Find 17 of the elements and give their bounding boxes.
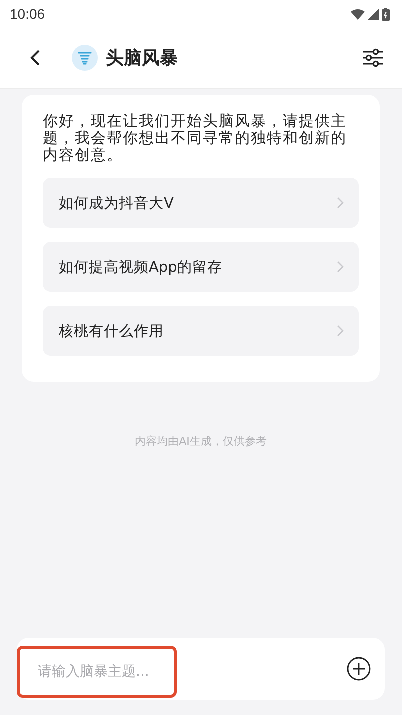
chevron-icon xyxy=(337,261,345,273)
tornado-icon xyxy=(72,45,98,71)
greeting-message: 你好，现在让我们开始头脑风暴，请提供主题，我会帮你想出不同寻常的独特和创新的内容创意。 xyxy=(43,113,348,164)
status-time: 10:06 xyxy=(10,6,46,22)
suggestion-item[interactable]: 如何提高视频App的留存 xyxy=(43,242,359,292)
disclaimer-text: 内容均由AI生成，仅供参考 xyxy=(134,434,268,449)
signal-icon xyxy=(368,8,379,20)
suggestion-item[interactable]: 核桃有什么作用 xyxy=(43,306,359,356)
battery-icon xyxy=(382,8,390,20)
wifi-icon xyxy=(351,8,365,20)
chevron-icon xyxy=(337,325,345,337)
topic-input-field[interactable]: 请输入脑暴主题... xyxy=(17,646,177,698)
settings-icon[interactable] xyxy=(362,48,384,68)
page-title: 头脑风暴 xyxy=(106,47,179,70)
chevron-icon xyxy=(337,197,345,209)
add-icon[interactable] xyxy=(347,657,371,681)
suggestion-item[interactable]: 如何成为抖音大V xyxy=(43,178,359,228)
